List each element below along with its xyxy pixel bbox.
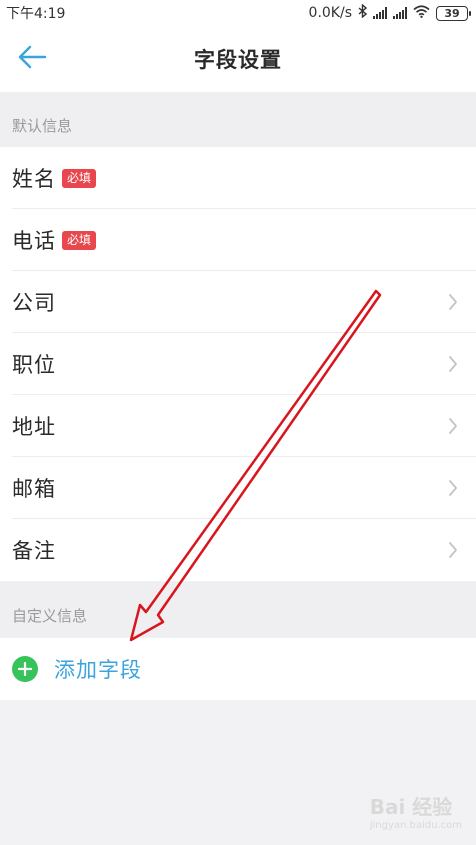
back-button[interactable] (10, 39, 54, 79)
required-badge: 必填 (62, 168, 97, 188)
signal-icon (373, 7, 387, 19)
field-label: 电话 (12, 229, 56, 253)
field-row-company[interactable]: 公司 (0, 271, 476, 333)
chevron-right-icon (448, 417, 458, 439)
field-label: 公司 (12, 291, 56, 315)
field-row-email[interactable]: 邮箱 (0, 457, 476, 519)
field-label: 邮箱 (12, 477, 56, 501)
field-label: 姓名 (12, 167, 56, 191)
status-icons: 0.0K/s 39 (308, 3, 471, 22)
chevron-right-icon (448, 293, 458, 315)
section-label: 自定义信息 (12, 607, 88, 625)
section-header-default: 默认信息 (0, 92, 476, 147)
field-row-address[interactable]: 地址 (0, 395, 476, 457)
signal-icon-2 (393, 7, 407, 19)
plus-circle-icon (12, 656, 38, 682)
add-field-button[interactable]: 添加字段 (0, 638, 476, 700)
field-label: 职位 (12, 353, 56, 377)
add-field-label: 添加字段 (54, 658, 142, 682)
chevron-right-icon (448, 479, 458, 501)
field-label: 地址 (12, 415, 56, 439)
watermark-logo: Bai 经验 jingyan.baidu.com (370, 791, 462, 831)
page-header: 字段设置 (0, 26, 476, 92)
wifi-icon (413, 4, 430, 22)
field-row-name[interactable]: 姓名 必填 (0, 147, 476, 209)
section-header-custom: 自定义信息 (0, 582, 476, 637)
status-bar: 下午4:19 0.0K/s 39 (0, 0, 476, 26)
arrow-left-icon (17, 45, 47, 73)
section-label: 默认信息 (12, 117, 73, 135)
field-label: 备注 (12, 539, 56, 563)
bluetooth-icon (358, 3, 368, 22)
watermark-text: Bai 经验 (369, 795, 453, 819)
chevron-right-icon (448, 541, 458, 563)
field-row-phone[interactable]: 电话 必填 (0, 209, 476, 271)
field-row-position[interactable]: 职位 (0, 333, 476, 395)
status-time: 下午4:19 (6, 6, 66, 22)
required-badge: 必填 (62, 230, 97, 250)
chevron-right-icon (448, 355, 458, 377)
battery-indicator: 39 (436, 5, 471, 21)
network-speed: 0.0K/s (308, 5, 352, 21)
field-row-notes[interactable]: 备注 (0, 519, 476, 581)
page-title: 字段设置 (194, 48, 282, 72)
watermark-subtext: jingyan.baidu.com (369, 820, 462, 831)
